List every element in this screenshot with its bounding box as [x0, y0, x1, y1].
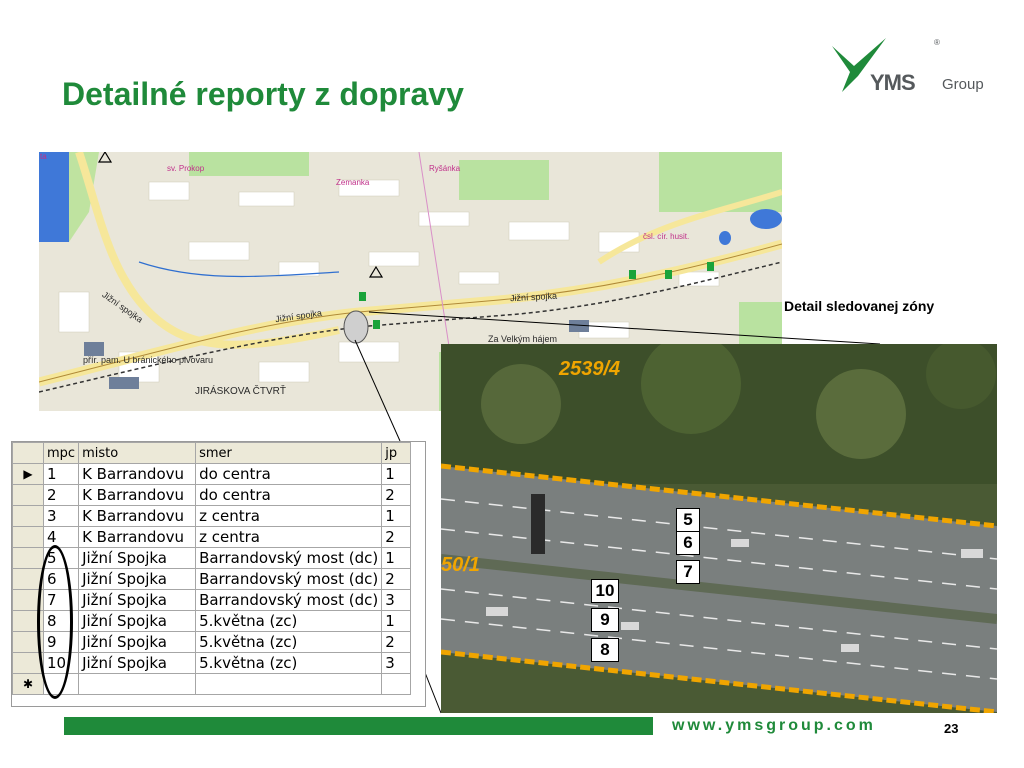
highlight-ellipse	[37, 545, 73, 699]
data-table: mpc misto smer jp ▶ 1 K Barrandovu do ce…	[12, 442, 412, 695]
map-label-prokop: sv. Prokop	[167, 164, 205, 173]
cell-smer[interactable]: Barrandovský most (dc)	[195, 589, 383, 611]
cell-jp[interactable]: 2	[381, 484, 412, 506]
cell-smer[interactable]: Barrandovský most (dc)	[195, 547, 383, 569]
aerial-graphics	[441, 344, 997, 713]
cell-misto[interactable]: Jižní Spojka	[78, 652, 197, 674]
lane-6: 6	[676, 531, 700, 555]
parcel-label-top: 2539/4	[559, 358, 621, 380]
cell-misto[interactable]: K Barrandovu	[78, 526, 197, 548]
aerial-photo: 2539/4 50/1 5 6 7 10 9 8	[441, 344, 997, 713]
lane-7: 7	[676, 560, 700, 584]
table-row[interactable]: 5 Jižní Spojka Barrandovský most (dc) 1	[12, 547, 412, 569]
cell-jp[interactable]: 2	[381, 568, 412, 590]
parcel-label-left: 50/1	[441, 554, 480, 576]
cell-jp[interactable]: 3	[381, 589, 412, 611]
footer-bar	[64, 717, 653, 735]
footer-url: www.ymsgroup.com	[672, 717, 876, 734]
cell-mpc[interactable]: 1	[42, 463, 80, 485]
cell-misto[interactable]: K Barrandovu	[78, 505, 197, 527]
map-label-park: přír. pam. U bránického pivovaru	[83, 355, 214, 365]
column-header-jp[interactable]: jp	[381, 442, 412, 464]
new-cell-misto[interactable]	[78, 673, 197, 695]
cell-smer[interactable]: do centra	[195, 484, 383, 506]
table-row[interactable]: 10 Jižní Spojka 5.května (zc) 3	[12, 652, 412, 674]
cell-smer[interactable]: 5.května (zc)	[195, 652, 383, 674]
cell-jp[interactable]: 1	[381, 610, 412, 632]
new-record-row[interactable]: ✱	[12, 673, 412, 695]
cell-smer[interactable]: z centra	[195, 505, 383, 527]
lane-5: 5	[676, 508, 700, 532]
cell-smer[interactable]: do centra	[195, 463, 383, 485]
cell-jp[interactable]: 1	[381, 505, 412, 527]
cell-misto[interactable]: Jižní Spojka	[78, 568, 197, 590]
lane-8: 8	[591, 638, 619, 662]
row-selector[interactable]	[12, 505, 44, 527]
cell-jp[interactable]: 2	[381, 631, 412, 653]
row-selector[interactable]	[12, 484, 44, 506]
table-row[interactable]: 3 K Barrandovu z centra 1	[12, 505, 412, 527]
cell-mpc[interactable]: 4	[42, 526, 80, 548]
cell-misto[interactable]: Jižní Spojka	[78, 589, 197, 611]
cell-mpc[interactable]: 3	[42, 505, 80, 527]
map-label-zemanka: Zemanka	[336, 178, 370, 187]
new-record-icon[interactable]: ✱	[12, 673, 44, 695]
logo-brand: YMS	[870, 70, 916, 95]
table-row[interactable]: 2 K Barrandovu do centra 2	[12, 484, 412, 506]
cell-misto[interactable]: K Barrandovu	[78, 484, 197, 506]
table-row[interactable]: ▶ 1 K Barrandovu do centra 1	[12, 463, 412, 485]
table-header-row: mpc misto smer jp	[12, 442, 412, 464]
map-label-hussite: čsl. cír. husit.	[643, 232, 690, 241]
cell-smer[interactable]: z centra	[195, 526, 383, 548]
map-label-jiraskova: JIRÁSKOVA ČTVRŤ	[195, 386, 286, 397]
new-cell-jp[interactable]	[381, 673, 412, 695]
cell-jp[interactable]: 1	[381, 463, 412, 485]
cell-misto[interactable]: Jižní Spojka	[78, 610, 197, 632]
cell-jp[interactable]: 1	[381, 547, 412, 569]
page-number: 23	[944, 721, 959, 736]
river-water	[39, 152, 69, 242]
data-grid: mpc misto smer jp ▶ 1 K Barrandovu do ce…	[11, 441, 426, 707]
lane-10: 10	[591, 579, 619, 603]
cell-jp[interactable]: 2	[381, 526, 412, 548]
current-row-marker-icon[interactable]: ▶	[12, 463, 44, 485]
table-row[interactable]: 4 K Barrandovu z centra 2	[12, 526, 412, 548]
yms-logo: ® YMS Group	[828, 32, 998, 102]
table-row[interactable]: 6 Jižní Spojka Barrandovský most (dc) 2	[12, 568, 412, 590]
slide-title: Detailné reporty z dopravy	[62, 76, 464, 112]
detail-zone-label: Detail sledovanej zóny	[784, 298, 935, 314]
row-selector-header[interactable]	[12, 442, 44, 464]
cell-smer[interactable]: Barrandovský most (dc)	[195, 568, 383, 590]
row-selector[interactable]	[12, 547, 44, 569]
cell-smer[interactable]: 5.května (zc)	[195, 610, 383, 632]
column-header-smer[interactable]: smer	[195, 442, 383, 464]
cell-jp[interactable]: 3	[381, 652, 412, 674]
cell-misto[interactable]: Jižní Spojka	[78, 547, 197, 569]
row-selector[interactable]	[12, 526, 44, 548]
map-label-velkym: Za Velkým hájem	[488, 334, 558, 344]
logo-group: Group	[942, 76, 984, 93]
logo-registered: ®	[934, 38, 940, 47]
lane-9: 9	[591, 608, 619, 632]
column-header-misto[interactable]: misto	[78, 442, 197, 464]
new-cell-smer[interactable]	[195, 673, 383, 695]
map-label-edge: ta	[40, 152, 47, 161]
cell-misto[interactable]: K Barrandovu	[78, 463, 197, 485]
pond	[750, 209, 782, 229]
detail-zone-marker	[343, 310, 369, 344]
map-label-rysanka: Ryšánka	[429, 164, 461, 173]
column-header-mpc[interactable]: mpc	[42, 442, 80, 464]
cell-smer[interactable]: 5.května (zc)	[195, 631, 383, 653]
cell-misto[interactable]: Jižní Spojka	[78, 631, 197, 653]
cell-mpc[interactable]: 2	[42, 484, 80, 506]
